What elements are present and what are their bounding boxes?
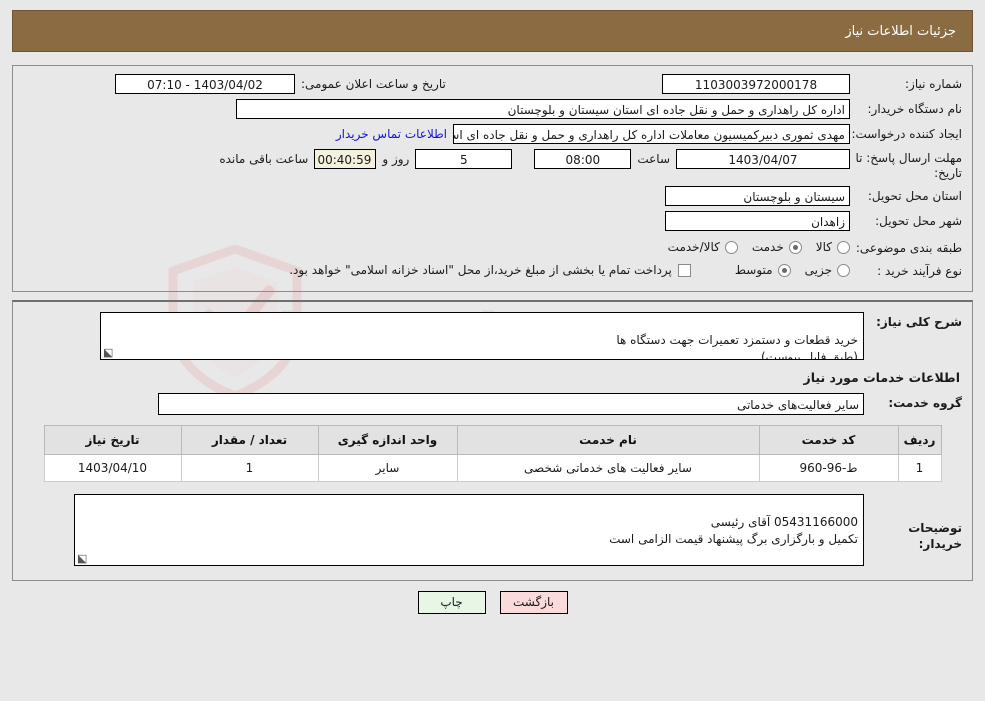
back-button[interactable]: بازگشت — [499, 591, 568, 614]
treasury-checkbox-wrap[interactable]: پرداخت تمام یا بخشی از مبلغ خرید،از محل … — [289, 263, 691, 278]
category-option-kala-khedmat[interactable]: کالا/خدمت — [668, 240, 738, 254]
col-qty: تعداد / مقدار — [180, 425, 319, 455]
buyer-org-value: اداره کل راهداری و حمل و نقل جاده ای است… — [236, 99, 850, 119]
days-label: روز و — [382, 152, 410, 166]
radio-icon-selected[interactable] — [777, 263, 791, 277]
col-index: ردیف — [897, 425, 942, 455]
public-announce-value: 1403/04/02 - 07:10 — [115, 74, 295, 94]
row-category: طبقه بندی موضوعی: کالا خدمت کالا/خدمت — [23, 238, 962, 256]
table-row: 1 ط-96-960 سایر فعالیت های خدماتی شخصی س… — [43, 454, 942, 482]
public-announce-label: تاریخ و ساعت اعلان عمومی: — [301, 77, 446, 91]
page-banner: جزئیات اطلاعات نیاز — [12, 10, 973, 52]
need-number-value: 1103003972000178 — [662, 74, 850, 94]
remaining-time-value: 00:40:59 — [314, 149, 377, 169]
category-option-kala[interactable]: کالا — [816, 240, 850, 254]
row-city: شهر محل تحویل: زاهدان — [23, 211, 962, 231]
cell-code: ط-96-960 — [758, 454, 899, 482]
radio-icon[interactable] — [724, 240, 738, 254]
category-label: طبقه بندی موضوعی: — [855, 241, 962, 255]
process-radio-group: جزیی متوسط — [721, 263, 850, 277]
row-buyer-org: نام دستگاه خریدار: اداره کل راهداری و حم… — [23, 99, 962, 119]
category-option-label: خدمت — [751, 240, 784, 254]
radio-icon-selected[interactable] — [788, 240, 802, 254]
service-group-label: گروه خدمت: — [888, 396, 962, 410]
need-info-panel: شماره نیاز: 1103003972000178 تاریخ و ساع… — [12, 65, 973, 292]
checkbox-icon[interactable] — [677, 263, 691, 277]
category-option-khedmat[interactable]: خدمت — [752, 240, 802, 254]
col-name: نام خدمت — [456, 425, 760, 455]
cell-index: 1 — [897, 454, 942, 482]
need-number-label: شماره نیاز: — [905, 77, 962, 91]
footer-actions: بازگشت چاپ — [0, 591, 985, 614]
hour-label: ساعت — [637, 152, 670, 166]
resize-grip-icon[interactable]: ◪ — [77, 552, 87, 565]
row-need-number: شماره نیاز: 1103003972000178 تاریخ و ساع… — [23, 74, 962, 94]
process-label: نوع فرآیند خرید : — [877, 264, 962, 278]
deadline-label: مهلت ارسال پاسخ: تا تاریخ: — [855, 151, 962, 180]
general-desc-text: خرید قطعات و دستمزد تعمیرات جهت دستگاه ه… — [616, 333, 858, 360]
general-desc-value[interactable]: خرید قطعات و دستمزد تعمیرات جهت دستگاه ه… — [100, 312, 864, 360]
process-option-motevaset[interactable]: متوسط — [735, 263, 791, 277]
province-label: استان محل تحویل: — [867, 189, 962, 203]
city-label: شهر محل تحویل: — [875, 214, 962, 228]
process-option-jozi[interactable]: جزیی — [805, 263, 850, 277]
buyer-notes-label: توضیحات خریدار: — [908, 521, 962, 551]
remaining-days-value: 5 — [415, 149, 513, 169]
deadline-date-value: 1403/04/07 — [676, 149, 850, 169]
resize-grip-icon[interactable]: ◪ — [103, 346, 113, 359]
category-radio-group: کالا خدمت کالا/خدمت — [654, 240, 850, 254]
print-button[interactable]: چاپ — [417, 591, 486, 614]
table-header-row: ردیف کد خدمت نام خدمت واحد اندازه گیری ت… — [43, 425, 942, 455]
buyer-org-label: نام دستگاه خریدار: — [867, 102, 963, 116]
col-unit: واحد اندازه گیری — [317, 425, 458, 455]
creator-value: مهدی ثموری دبیرکمیسیون معاملات اداره کل … — [453, 124, 850, 144]
col-date: تاریخ نیاز — [43, 425, 182, 455]
row-province: استان محل تحویل: سیستان و بلوچستان — [23, 186, 962, 206]
province-value: سیستان و بلوچستان — [665, 186, 850, 206]
row-service-group: گروه خدمت: سایر فعالیت‌های خدماتی — [23, 393, 962, 415]
cell-unit: سایر — [317, 454, 458, 482]
row-buyer-notes: توضیحات خریدار: 05431166000 آقای رئیسی ت… — [23, 494, 962, 566]
remaining-label: ساعت باقی مانده — [219, 152, 309, 166]
row-process-type: نوع فرآیند خرید : جزیی متوسط پرداخت تمام… — [23, 261, 962, 279]
cell-date: 1403/04/10 — [43, 454, 182, 482]
cell-quantity: 1 — [180, 454, 319, 482]
row-creator: ایجاد کننده درخواست: مهدی ثموری دبیرکمیس… — [23, 124, 962, 144]
radio-icon[interactable] — [837, 240, 850, 254]
col-code: کد خدمت — [758, 425, 899, 455]
cell-name: سایر فعالیت های خدماتی شخصی — [456, 454, 760, 482]
buyer-notes-value[interactable]: 05431166000 آقای رئیسی تکمیل و بارگزاری … — [74, 494, 864, 566]
page-title: جزئیات اطلاعات نیاز — [845, 23, 956, 39]
row-deadline: مهلت ارسال پاسخ: تا تاریخ: 1403/04/07 سا… — [23, 149, 962, 181]
category-option-label: کالا/خدمت — [667, 240, 720, 254]
buyer-contact-link[interactable]: اطلاعات تماس خریدار — [330, 124, 453, 144]
deadline-hour-value: 08:00 — [534, 149, 632, 169]
service-group-value: سایر فعالیت‌های خدماتی — [158, 393, 864, 415]
general-desc-label: شرح کلی نیاز: — [876, 315, 962, 329]
buyer-notes-text: 05431166000 آقای رئیسی تکمیل و بارگزاری … — [609, 515, 858, 546]
need-details-panel: شرح کلی نیاز: خرید قطعات و دستمزد تعمیرا… — [12, 300, 973, 581]
creator-label: ایجاد کننده درخواست: — [851, 127, 962, 141]
radio-icon[interactable] — [837, 263, 850, 277]
process-option-label: جزیی — [804, 263, 832, 277]
services-section-title: اطلاعات خدمات مورد نیاز — [803, 370, 961, 385]
row-general-desc: شرح کلی نیاز: خرید قطعات و دستمزد تعمیرا… — [23, 312, 962, 360]
process-option-label: متوسط — [734, 263, 773, 277]
services-table: ردیف کد خدمت نام خدمت واحد اندازه گیری ت… — [43, 425, 942, 482]
treasury-checkbox-label: پرداخت تمام یا بخشی از مبلغ خرید،از محل … — [289, 262, 672, 277]
city-value: زاهدان — [665, 211, 850, 231]
category-option-label: کالا — [815, 240, 832, 254]
